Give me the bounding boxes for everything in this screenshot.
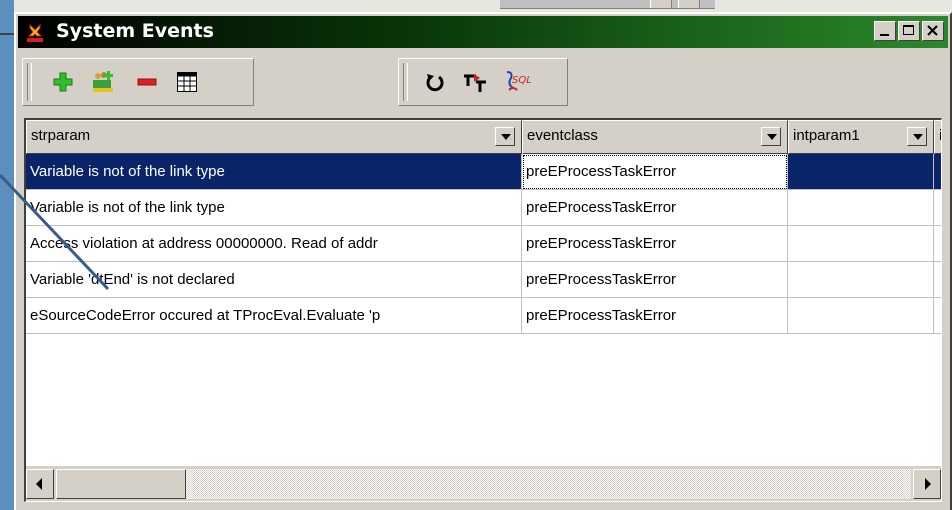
toolbar-group-actions: SQL <box>398 58 568 106</box>
table-row[interactable]: Variable is not of the link type preEPro… <box>26 190 941 226</box>
cell-intparam1[interactable] <box>788 190 934 226</box>
background-window-button <box>678 0 700 8</box>
cell-eventclass[interactable]: preEProcessTaskError <box>522 154 788 190</box>
window-title: System Events <box>56 20 214 42</box>
scroll-thumb[interactable] <box>56 469 186 499</box>
arrow-right-icon <box>925 478 931 490</box>
remove-button[interactable] <box>133 68 161 96</box>
desktop-background <box>0 0 14 510</box>
table-row[interactable]: Access violation at address 00000000. Re… <box>26 226 941 262</box>
cell-eventclass[interactable]: preEProcessTaskError <box>522 190 788 226</box>
minimize-button[interactable] <box>874 21 896 41</box>
toolbar: SQL <box>18 50 948 114</box>
column-header-eventclass[interactable]: eventclass <box>522 120 788 154</box>
cell-partial[interactable] <box>934 298 941 334</box>
refresh-button[interactable] <box>421 68 449 96</box>
column-header-strparam[interactable]: strparam <box>26 120 522 154</box>
cell-strparam[interactable]: Access violation at address 00000000. Re… <box>26 226 522 262</box>
cell-strparam[interactable]: eSourceCodeError occured at TProcEval.Ev… <box>26 298 522 334</box>
cell-strparam[interactable]: Variable is not of the link type <box>26 154 522 190</box>
table-row[interactable]: eSourceCodeError occured at TProcEval.Ev… <box>26 298 941 334</box>
column-header-label: i <box>939 127 941 144</box>
table-row[interactable]: Variable 'dtEnd' is not declared preEPro… <box>26 262 941 298</box>
scroll-left-button[interactable] <box>26 469 54 499</box>
grid-view-button[interactable] <box>173 68 201 96</box>
close-button[interactable] <box>922 21 944 41</box>
system-events-window: System Events SQL strparam eventclass in… <box>14 12 952 510</box>
column-header-partial[interactable]: i <box>934 120 941 154</box>
refresh-icon <box>426 74 444 92</box>
cell-eventclass[interactable]: preEProcessTaskError <box>522 226 788 262</box>
column-dropdown-button[interactable] <box>907 127 927 146</box>
column-dropdown-button[interactable] <box>495 127 515 146</box>
sql-button[interactable]: SQL <box>503 68 531 96</box>
cell-strparam[interactable]: Variable is not of the link type <box>26 190 522 226</box>
toolbar-grip[interactable] <box>403 63 408 101</box>
cell-partial[interactable] <box>934 190 941 226</box>
grid-table-icon <box>177 72 197 92</box>
table-row[interactable]: Variable is not of the link type preEPro… <box>26 154 941 190</box>
add-user-group-icon <box>93 71 113 92</box>
background-window-button <box>650 0 672 8</box>
column-header-intparam1[interactable]: intparam1 <box>788 120 934 154</box>
cell-strparam[interactable]: Variable 'dtEnd' is not declared <box>26 262 522 298</box>
minimize-icon <box>880 34 889 36</box>
scroll-right-button[interactable] <box>913 469 941 499</box>
column-header-label: intparam1 <box>793 127 860 144</box>
title-bar[interactable]: System Events <box>18 16 948 48</box>
maximize-button[interactable] <box>898 21 920 41</box>
stepper-icon <box>464 74 486 92</box>
maximize-icon <box>903 25 914 35</box>
remove-icon <box>137 78 157 86</box>
horizontal-scrollbar[interactable] <box>26 466 941 501</box>
add-icon <box>53 72 73 92</box>
toolbar-grip[interactable] <box>27 63 32 101</box>
cell-intparam1[interactable] <box>788 262 934 298</box>
cell-eventclass[interactable]: preEProcessTaskError <box>522 298 788 334</box>
cell-eventclass[interactable]: preEProcessTaskError <box>522 262 788 298</box>
column-header-label: eventclass <box>527 127 598 144</box>
svg-text:SQL: SQL <box>512 75 531 86</box>
step-button[interactable] <box>461 68 489 96</box>
grid-header: strparam eventclass intparam1 i <box>26 120 941 154</box>
add-button[interactable] <box>49 68 77 96</box>
arrow-left-icon <box>36 478 42 490</box>
cell-intparam1[interactable] <box>788 154 934 190</box>
close-icon <box>927 25 938 36</box>
column-header-label: strparam <box>31 127 91 144</box>
cell-partial[interactable] <box>934 262 941 298</box>
background-window-strip <box>500 0 715 9</box>
background-window-edge <box>14 0 952 12</box>
add-user-group-button[interactable] <box>89 68 117 96</box>
app-icon <box>24 22 46 44</box>
cell-intparam1[interactable] <box>788 298 934 334</box>
cell-partial[interactable] <box>934 226 941 262</box>
cell-intparam1[interactable] <box>788 226 934 262</box>
column-dropdown-button[interactable] <box>761 127 781 146</box>
events-grid[interactable]: strparam eventclass intparam1 i Variable… <box>24 118 942 502</box>
cell-partial[interactable] <box>934 154 941 190</box>
sql-icon: SQL <box>506 71 531 91</box>
toolbar-group-edit <box>22 58 254 106</box>
